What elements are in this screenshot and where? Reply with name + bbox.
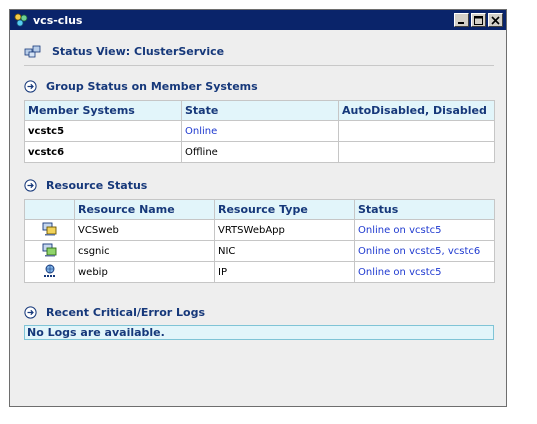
cluster-service-icon	[24, 45, 41, 58]
minimize-icon	[458, 21, 464, 24]
maximize-icon	[474, 15, 483, 25]
application-resource-icon	[42, 222, 56, 235]
minimize-button[interactable]	[454, 13, 469, 27]
logs-title: Recent Critical/Error Logs	[46, 306, 206, 319]
resource-status-table: Resource Name Resource Type Status VCSwe…	[24, 199, 495, 283]
column-header-auto-disabled: AutoDisabled, Disabled	[338, 100, 495, 121]
table-row[interactable]: webip IP Online on vcstc5	[24, 261, 495, 283]
resource-status-title: Resource Status	[46, 179, 148, 192]
column-header-status: Status	[354, 199, 495, 220]
maximize-button[interactable]	[471, 13, 486, 27]
group-status-table: Member Systems State AutoDisabled, Disab…	[24, 100, 495, 163]
table-header-row: Member Systems State AutoDisabled, Disab…	[24, 100, 495, 121]
window-title: vcs-clus	[33, 13, 83, 27]
status-view-label: Status View: ClusterService	[52, 44, 225, 58]
close-button[interactable]	[488, 13, 503, 27]
column-header-member-systems: Member Systems	[24, 100, 182, 121]
table-row[interactable]: VCSweb VRTSWebApp Online on vcstc5	[24, 219, 495, 241]
title-bar[interactable]: vcs-clus	[10, 10, 506, 30]
resource-status-link[interactable]: Online on vcstc5	[354, 219, 495, 241]
group-status-title: Group Status on Member Systems	[46, 80, 258, 93]
cluster-app-icon	[14, 13, 28, 27]
group-state-value: Offline	[181, 141, 339, 163]
close-icon	[491, 15, 500, 25]
resource-type: NIC	[214, 240, 355, 262]
resource-status-link[interactable]: Online on vcstc5	[354, 261, 495, 283]
member-system-name: vcstc6	[24, 141, 182, 163]
resource-name: VCSweb	[74, 219, 215, 241]
ip-resource-icon	[43, 264, 55, 277]
logs-section-title[interactable]: Recent Critical/Error Logs	[24, 306, 205, 319]
group-status-section-title[interactable]: Group Status on Member Systems	[24, 80, 258, 93]
resource-type: IP	[214, 261, 355, 283]
resource-icon-cell	[24, 219, 75, 241]
table-row[interactable]: csgnic NIC Online on vcstc5, vcstc6	[24, 240, 495, 262]
table-header-row: Resource Name Resource Type Status	[24, 199, 495, 220]
table-row[interactable]: vcstc5 Online	[24, 120, 495, 142]
resource-icon-cell	[24, 240, 75, 262]
resource-name: webip	[74, 261, 215, 283]
column-header-resource-name: Resource Name	[74, 199, 215, 220]
column-header-icon	[24, 199, 75, 220]
status-view-header: Status View: ClusterService	[24, 40, 494, 62]
nic-resource-icon	[42, 243, 56, 256]
group-state-link[interactable]: Online	[181, 120, 339, 142]
auto-disabled-value	[338, 141, 495, 163]
resource-status-link[interactable]: Online on vcstc5, vcstc6	[354, 240, 495, 262]
table-row[interactable]: vcstc6 Offline	[24, 141, 495, 163]
collapse-section-icon[interactable]	[24, 80, 37, 93]
member-system-name: vcstc5	[24, 120, 182, 142]
collapse-section-icon[interactable]	[24, 179, 37, 192]
resource-status-section-title[interactable]: Resource Status	[24, 179, 147, 192]
header-divider	[24, 65, 494, 66]
auto-disabled-value	[338, 120, 495, 142]
column-header-state: State	[181, 100, 339, 121]
logs-message-bar: No Logs are available.	[24, 325, 494, 340]
cluster-window: vcs-clus Status View: ClusterService Gro…	[9, 9, 507, 407]
resource-icon-cell	[24, 261, 75, 283]
collapse-section-icon[interactable]	[24, 306, 37, 319]
column-header-resource-type: Resource Type	[214, 199, 355, 220]
resource-type: VRTSWebApp	[214, 219, 355, 241]
resource-name: csgnic	[74, 240, 215, 262]
